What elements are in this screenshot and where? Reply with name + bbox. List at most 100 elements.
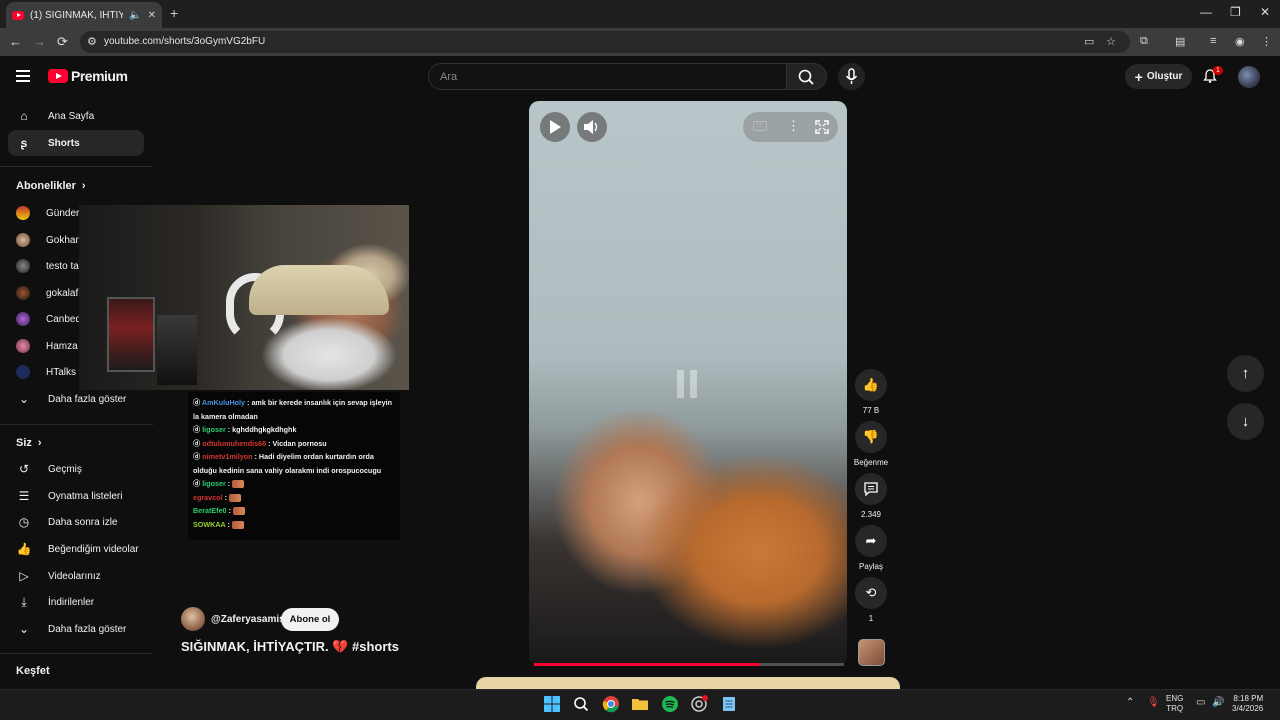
subscriptions-heading[interactable]: Abonelikler › <box>16 180 86 192</box>
you-heading[interactable]: Siz › <box>16 437 42 449</box>
voice-search-button[interactable] <box>838 63 865 90</box>
create-button[interactable]: + Oluştur <box>1125 64 1192 89</box>
sidebar-item-watch-later[interactable]: ◷ Daha sonra izle <box>8 509 144 535</box>
media-icon[interactable]: ≡ <box>1210 35 1216 47</box>
dislike-button[interactable]: 👎 <box>855 421 887 453</box>
next-short-button[interactable]: ↓ <box>1227 403 1264 440</box>
subscribe-button[interactable]: Abone ol <box>281 608 339 631</box>
back-icon[interactable]: ← <box>9 34 22 49</box>
dislike-label: Beğenme <box>853 458 889 467</box>
chrome-icon[interactable] <box>602 695 620 713</box>
like-button[interactable]: 👍 <box>855 369 887 401</box>
close-tab-icon[interactable]: ✕ <box>148 10 156 21</box>
sidebar-item-your-videos[interactable]: ▷ Videolarınız <box>8 563 144 589</box>
forward-icon[interactable]: → <box>33 34 46 49</box>
youtube-logo[interactable]: Premium <box>48 68 128 84</box>
chat-message: ⓓ ligoser : <box>193 477 395 491</box>
next-short-peek[interactable] <box>476 677 900 689</box>
sidebar-item-label: Daha fazla göster <box>48 393 127 405</box>
sidebar-item-label: testo ta <box>46 260 79 272</box>
sidebar-item-label: HTalks <box>46 366 77 378</box>
wall-poster <box>107 297 155 372</box>
youtube-favicon-icon <box>12 10 24 20</box>
previous-short-button[interactable]: ↑ <box>1227 355 1264 392</box>
language-indicator[interactable]: ENG TRQ <box>1166 694 1183 714</box>
volume-button[interactable] <box>577 112 607 142</box>
chromium-icon[interactable] <box>690 695 708 713</box>
file-explorer-icon[interactable] <box>631 695 649 713</box>
remix-button[interactable]: ⟲ <box>855 577 887 609</box>
bookmark-star-icon[interactable]: ☆ <box>1106 35 1116 48</box>
search-button[interactable] <box>787 63 827 90</box>
sidebar-item-home[interactable]: ⌂ Ana Sayfa <box>8 103 144 129</box>
shorts-icon: ʂ <box>20 136 28 150</box>
reload-icon[interactable]: ⟳ <box>57 34 68 50</box>
minimize-icon[interactable]: — <box>1200 5 1212 19</box>
volume-icon <box>584 120 598 134</box>
install-icon[interactable]: ▭ <box>1084 35 1094 48</box>
spotify-icon[interactable] <box>661 695 679 713</box>
clock[interactable]: 8:18 PM 3/4/2026 <box>1232 694 1263 714</box>
browser-tab[interactable]: (1) SIĞINMAK, İHTİYAÇTIR. 🔈 ✕ <box>6 2 162 28</box>
sidebar-item-liked-videos[interactable]: 👍 Beğendiğim videolar <box>8 536 144 562</box>
chat-user: BeratEfe0 <box>193 506 227 515</box>
channel-name[interactable]: @Zaferyasamis <box>211 614 285 625</box>
sidebar-item-label: Videolarınız <box>48 570 101 582</box>
url-text[interactable]: youtube.com/shorts/3oGymVG2bFU <box>104 36 265 47</box>
sidebar-item-downloads[interactable]: ⤓ İndirilenler <box>8 589 144 615</box>
network-icon[interactable]: ▭ <box>1196 697 1205 708</box>
streamer-webcam-overlay <box>79 205 409 390</box>
sidebar-show-more-you[interactable]: ⌄ Daha fazla göster <box>8 616 144 642</box>
search-input[interactable]: Ara <box>428 63 787 90</box>
chat-user: nimetv1milyon <box>202 452 253 461</box>
split-view-icon[interactable]: ▤ <box>1175 35 1185 48</box>
channel-avatar[interactable] <box>181 607 205 631</box>
tray-overflow-icon[interactable]: ⌃ <box>1126 697 1134 708</box>
sidebar-item-label: Oynatma listeleri <box>48 490 123 502</box>
chat-message: ⓓ AmKuluHoly : amk bir kerede insanlık i… <box>193 398 393 421</box>
sidebar-item-playlists[interactable]: ☰ Oynatma listeleri <box>8 483 144 509</box>
sidebar-item-shorts[interactable]: ʂ Shorts <box>8 130 144 156</box>
home-icon: ⌂ <box>20 109 28 123</box>
new-tab-icon[interactable]: + <box>170 5 178 21</box>
youtube-play-icon <box>48 69 68 83</box>
sidebar-item-history[interactable]: ↺ Geçmiş <box>8 456 144 482</box>
subscriptions-heading-label: Abonelikler <box>16 180 76 192</box>
captions-icon[interactable]: CC <box>753 121 767 131</box>
like-action[interactable]: 👍 77 B <box>853 369 889 415</box>
hamburger-menu-icon[interactable] <box>16 70 30 85</box>
sidebar-item-label: Ana Sayfa <box>48 110 95 122</box>
speaker-icon[interactable]: 🔊 <box>1212 697 1224 708</box>
sidebar-item-label: Daha fazla göster <box>48 623 127 635</box>
notepad-icon[interactable] <box>720 695 738 713</box>
search-icon <box>798 69 814 85</box>
chat-user: egravcol <box>193 492 223 502</box>
channel-avatar <box>16 365 30 379</box>
extensions-icon[interactable]: ⧉ <box>1140 35 1148 48</box>
site-info-icon[interactable]: ⚙ <box>87 35 97 48</box>
comments-action[interactable]: 2.349 <box>853 473 889 519</box>
create-label: Oluştur <box>1146 71 1183 82</box>
share-button[interactable]: ➦ <box>855 525 887 557</box>
restore-icon[interactable]: ❐ <box>1230 5 1241 19</box>
menu-dots-icon[interactable]: ⋮ <box>1261 35 1272 48</box>
play-button[interactable] <box>540 112 570 142</box>
microphone-icon[interactable]: 🎙 <box>1147 697 1160 708</box>
close-window-icon[interactable]: ✕ <box>1260 5 1270 19</box>
dislike-action[interactable]: 👎 Beğenme <box>853 421 889 467</box>
chevron-right-icon: › <box>37 437 42 449</box>
live-chat-overlay: ⓓ AmKuluHoly : amk bir kerede insanlık i… <box>188 392 400 540</box>
share-label: Paylaş <box>858 562 883 571</box>
more-options-icon[interactable]: ⋮ <box>787 118 800 134</box>
sound-channel-thumbnail[interactable] <box>858 639 885 666</box>
account-avatar[interactable] <box>1238 66 1260 88</box>
search-icon[interactable] <box>572 695 590 713</box>
share-action[interactable]: ➦ Paylaş <box>853 525 889 571</box>
profile-icon[interactable]: ◉ <box>1235 35 1245 48</box>
remix-action[interactable]: ⟲ 1 <box>853 577 889 623</box>
video-progress-bar[interactable] <box>534 663 844 666</box>
comments-button[interactable] <box>855 473 887 505</box>
speaker-icon[interactable]: 🔈 <box>129 10 141 21</box>
windows-start-icon[interactable] <box>543 695 561 713</box>
fullscreen-icon[interactable] <box>815 120 829 134</box>
